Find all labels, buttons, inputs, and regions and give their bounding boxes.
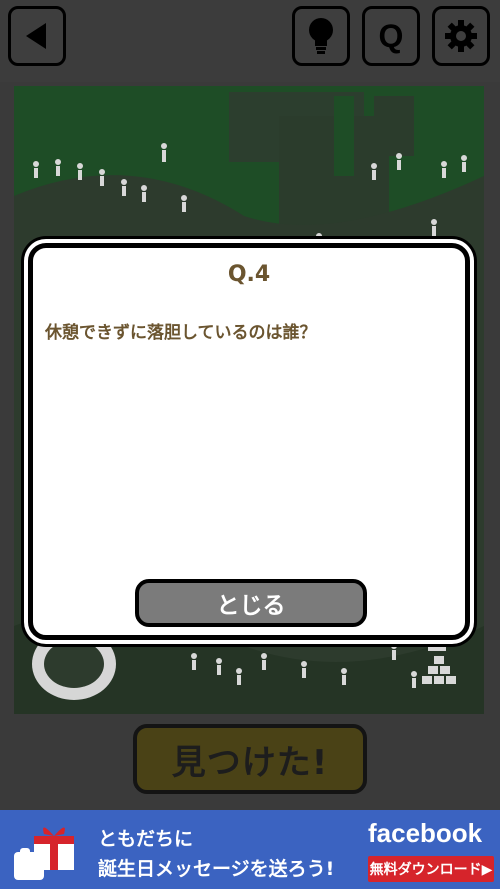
- ad-brand-logo: facebook: [368, 818, 483, 848]
- ad-banner[interactable]: ともだちに 誕生日メッセージを送ろう! facebook 無料ダウンロード▶: [0, 810, 500, 889]
- found-button[interactable]: 見つけた!: [133, 724, 367, 794]
- back-button[interactable]: [8, 6, 66, 66]
- question-text: 休憩できずに落胆しているのは誰？: [45, 323, 317, 343]
- lightbulb-icon: [309, 18, 333, 54]
- question-icon: Q: [378, 17, 404, 54]
- question-modal: Q.4 休憩できずに落胆しているのは誰？ とじる: [28, 243, 470, 640]
- close-button[interactable]: とじる: [135, 579, 367, 627]
- ad-download-button[interactable]: 無料ダウンロード▶: [368, 856, 494, 882]
- question-number: Q.4: [227, 262, 271, 287]
- gift-like-icon: [14, 827, 74, 880]
- back-triangle-icon: [26, 23, 46, 49]
- ad-text-line2: 誕生日メッセージを送ろう!: [98, 858, 335, 880]
- ad-text-line1: ともだちに: [98, 828, 194, 850]
- question-list-button[interactable]: Q: [362, 6, 420, 66]
- gear-icon: [445, 20, 477, 52]
- hint-button[interactable]: [292, 6, 350, 66]
- top-toolbar: Q: [0, 0, 500, 82]
- settings-button[interactable]: [432, 6, 490, 66]
